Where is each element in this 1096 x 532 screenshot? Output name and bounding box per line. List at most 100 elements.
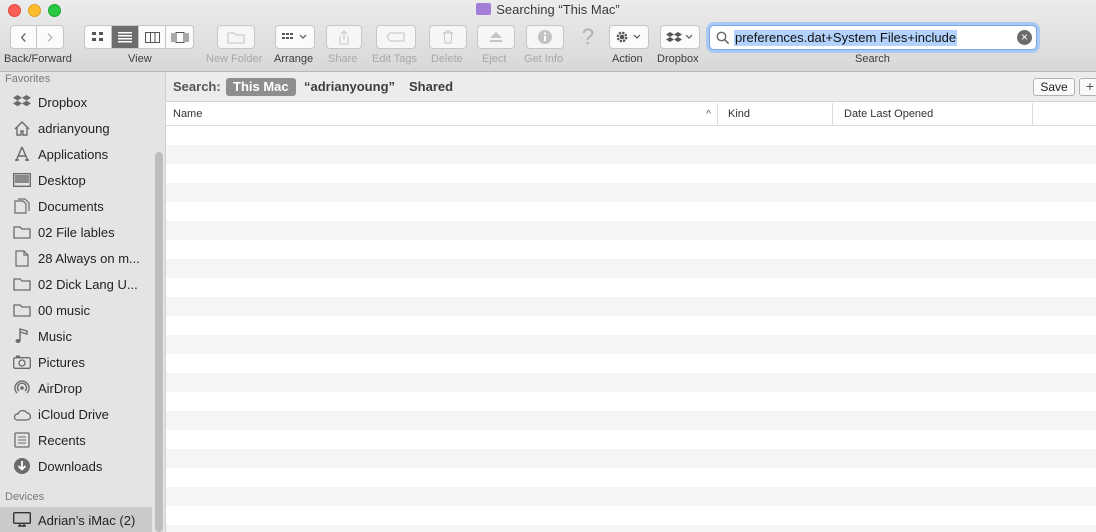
sidebar-item-music[interactable]: Music: [0, 323, 152, 349]
icon-view-button[interactable]: [85, 26, 112, 48]
cloud-icon: [12, 405, 32, 423]
delete-button[interactable]: [429, 25, 467, 49]
sidebar-item-documents[interactable]: Documents: [0, 193, 152, 219]
sidebar-item-label: Music: [38, 328, 72, 344]
list-view-button[interactable]: [112, 26, 139, 48]
column-view-icon: [144, 31, 160, 43]
folder-icon: [12, 301, 32, 319]
dropbox-label: Dropbox: [657, 53, 699, 65]
window-title-bar: Searching “This Mac”: [0, 2, 1096, 17]
help-icon[interactable]: ?: [578, 24, 598, 50]
arrange-label: Arrange: [274, 53, 314, 65]
smart-folder-icon: [476, 3, 492, 15]
sidebar-item-pictures[interactable]: Pictures: [0, 349, 152, 375]
dropbox-icon: [666, 32, 693, 42]
cover-flow-button[interactable]: [166, 26, 193, 48]
back-button[interactable]: ‹: [11, 26, 37, 48]
list-row: [166, 373, 1096, 392]
forward-button[interactable]: ›: [37, 26, 63, 48]
desktop-icon: [12, 171, 32, 189]
list-row: [166, 449, 1096, 468]
list-row: [166, 278, 1096, 297]
sidebar-item-folder[interactable]: 02 File lables: [0, 219, 152, 245]
scope-shared[interactable]: Shared: [402, 78, 460, 96]
search-query-text[interactable]: preferences.dat+System Files+include: [734, 30, 958, 46]
delete-label: Delete: [431, 53, 463, 65]
sidebar-item-document[interactable]: 28 Always on m...: [0, 245, 152, 271]
back-forward-label: Back/Forward: [4, 53, 72, 65]
file-list[interactable]: [166, 126, 1096, 532]
edit-tags-button[interactable]: [376, 25, 416, 49]
save-search-button[interactable]: Save: [1033, 78, 1075, 96]
search-scope-label: Search:: [173, 79, 221, 94]
dropbox-toolbar-button[interactable]: [660, 25, 700, 49]
sidebar-item-label: Desktop: [38, 172, 86, 188]
edit-tags-label: Edit Tags: [372, 53, 418, 65]
add-criteria-button[interactable]: +: [1079, 78, 1096, 96]
sidebar-item-dropbox[interactable]: Dropbox: [0, 89, 152, 115]
list-row: [166, 259, 1096, 278]
sidebar-scrollbar[interactable]: [155, 152, 163, 532]
view-label: View: [128, 53, 152, 65]
clear-search-icon[interactable]: ×: [1017, 30, 1032, 45]
icon-view-icon: [92, 32, 103, 41]
sidebar-item-airdrop[interactable]: AirDrop: [0, 375, 152, 401]
eject-label: Eject: [482, 53, 507, 65]
imac-icon: [12, 511, 32, 529]
sidebar-item-applications[interactable]: Applications: [0, 141, 152, 167]
list-row: [166, 164, 1096, 183]
document-icon: [12, 249, 32, 267]
eject-icon: [490, 32, 502, 42]
sidebar-item-folder[interactable]: 02 Dick Lang U...: [0, 271, 152, 297]
scope-user-folder[interactable]: “adrianyoung”: [297, 78, 402, 96]
share-button[interactable]: [326, 25, 362, 49]
column-header-date-last-opened[interactable]: Date Last Opened: [833, 103, 1033, 126]
arrange-button[interactable]: [275, 25, 315, 49]
list-row: [166, 354, 1096, 373]
cover-flow-icon: [171, 31, 188, 43]
column-header-kind[interactable]: Kind: [718, 103, 833, 126]
pictures-icon: [12, 353, 32, 371]
column-header-label: Name: [173, 108, 203, 120]
sidebar-item-label: Recents: [38, 432, 86, 448]
sidebar-item-recents[interactable]: Recents: [0, 427, 152, 453]
folder-icon: [12, 275, 32, 293]
get-info-button[interactable]: [526, 25, 564, 49]
get-info-label: Get Info: [524, 53, 564, 65]
downloads-icon: [12, 457, 32, 475]
search-field[interactable]: preferences.dat+System Files+include ×: [709, 25, 1037, 50]
list-column-header: Name ^ Kind Date Last Opened: [166, 103, 1096, 126]
sidebar-item-label: iCloud Drive: [38, 406, 109, 422]
column-header-name[interactable]: Name ^: [166, 103, 718, 126]
arrange-icon: [282, 33, 307, 39]
action-button[interactable]: [609, 25, 649, 49]
list-row: [166, 316, 1096, 335]
sidebar-item-label: Documents: [38, 198, 104, 214]
sidebar-item-folder[interactable]: 00 music: [0, 297, 152, 323]
column-header-label: Kind: [728, 108, 751, 120]
sidebar-item-downloads[interactable]: Downloads: [0, 453, 152, 479]
eject-button[interactable]: [477, 25, 515, 49]
sidebar: Favorites Dropbox adrianyoung Applicatio…: [0, 72, 166, 532]
airdrop-icon: [12, 379, 32, 397]
column-view-button[interactable]: [139, 26, 166, 48]
view-mode-control: [84, 25, 194, 49]
sidebar-item-desktop[interactable]: Desktop: [0, 167, 152, 193]
sidebar-item-label: 02 Dick Lang U...: [38, 276, 138, 292]
list-row: [166, 487, 1096, 506]
sidebar-item-label: Downloads: [38, 458, 103, 474]
list-row: [166, 221, 1096, 240]
new-folder-button[interactable]: [217, 25, 255, 49]
sidebar-item-icloud-drive[interactable]: iCloud Drive: [0, 401, 152, 427]
scope-this-mac[interactable]: This Mac: [226, 78, 296, 96]
sort-ascending-icon: ^: [706, 109, 711, 120]
search-label: Search: [855, 53, 890, 65]
sidebar-item-label: 00 music: [38, 302, 91, 318]
music-icon: [12, 327, 32, 345]
sidebar-item-label: 02 File lables: [38, 224, 115, 240]
list-row: [166, 430, 1096, 449]
sidebar-item-imac[interactable]: Adrian’s iMac (2): [0, 507, 152, 532]
sidebar-item-label: AirDrop: [38, 380, 83, 396]
applications-icon: [12, 145, 32, 163]
sidebar-item-home[interactable]: adrianyoung: [0, 115, 152, 141]
